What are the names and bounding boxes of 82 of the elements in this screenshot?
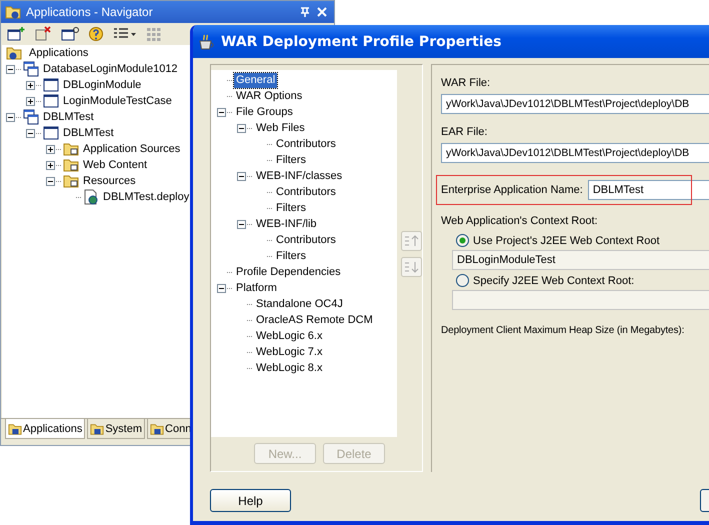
field-label: WAR File:	[441, 77, 490, 90]
tree-item[interactable]: Standalone OC4J	[254, 296, 345, 312]
expand-icon[interactable]	[46, 144, 55, 154]
radio-button[interactable]	[456, 274, 469, 287]
tree-item[interactable]: Application Sources	[82, 143, 182, 155]
folder-icon	[63, 157, 79, 173]
tree-item[interactable]: File Groups	[234, 104, 295, 120]
collapse-icon[interactable]	[6, 112, 15, 122]
collapse-icon[interactable]	[217, 284, 226, 292]
tree-item[interactable]: Contributors	[274, 232, 338, 248]
folder-icon	[63, 173, 79, 189]
window-icon	[43, 93, 59, 109]
help-icon[interactable]	[88, 26, 104, 42]
tree-item[interactable]: DatabaseLoginModule1012	[42, 63, 179, 75]
collapse-icon[interactable]	[237, 172, 246, 180]
document-globe-icon	[83, 189, 99, 205]
tree-item[interactable]: Web Files	[254, 120, 307, 136]
tree-item[interactable]: Platform	[234, 280, 279, 296]
navigator-tab[interactable]: System	[87, 419, 146, 439]
tree-item[interactable]: Contributors	[274, 184, 338, 200]
collapse-icon[interactable]	[46, 176, 55, 186]
expand-icon[interactable]	[26, 80, 35, 90]
tree-item[interactable]: Filters	[274, 200, 308, 216]
radio-button[interactable]	[456, 234, 469, 247]
window-icon	[43, 125, 59, 141]
field-label: Web Application's Context Root:	[441, 215, 598, 228]
expand-icon[interactable]	[26, 96, 35, 106]
collapse-icon[interactable]	[237, 220, 246, 228]
field-label: EAR File:	[441, 126, 488, 139]
tree-item[interactable]: DBLMTest.deploy	[102, 191, 190, 203]
window-icon	[43, 77, 59, 93]
close-icon[interactable]	[316, 6, 328, 18]
field-label: Deployment Client Maximum Heap Size (in Megabytes):	[441, 324, 684, 337]
tree-item[interactable]: DBLMTest	[62, 127, 115, 139]
stacked-windows-icon	[23, 109, 39, 125]
enterprise-name-field[interactable]: DBLMTest	[588, 180, 709, 200]
radio-label[interactable]: Use Project's J2EE Web Context Root	[473, 234, 660, 246]
radio-label[interactable]: Specify J2EE Web Context Root:	[473, 274, 634, 286]
window-title: WAR Deployment Profile Properties	[221, 34, 502, 50]
pin-icon[interactable]	[299, 6, 311, 18]
tree-item[interactable]: Filters	[274, 152, 308, 168]
collapse-icon[interactable]	[217, 108, 226, 116]
delete-icon[interactable]	[34, 26, 52, 42]
tree-item[interactable]: DBLMTest	[42, 111, 95, 123]
tree-item[interactable]: WebLogic 8.x	[254, 360, 324, 376]
new-window-icon[interactable]	[7, 26, 25, 42]
stacked-windows-icon	[23, 61, 39, 77]
tree-item[interactable]: WEB-INF/lib	[254, 216, 318, 232]
tree-item[interactable]: Filters	[274, 248, 308, 264]
navigator-tab[interactable]: Applications	[5, 419, 86, 439]
tree-item[interactable]: Applications	[28, 47, 90, 59]
tree-item[interactable]: Profile Dependencies	[234, 264, 343, 280]
help-button[interactable]: Help	[210, 489, 291, 512]
tree-item[interactable]: Web Content	[82, 159, 148, 171]
context-root-field[interactable]	[452, 290, 709, 310]
ear-file-field[interactable]: yWork\Java\JDev1012\DBLMTest\Project\deploy\DB	[441, 143, 709, 163]
tree-item[interactable]: WebLogic 6.x	[254, 328, 324, 344]
collapse-icon[interactable]	[6, 64, 15, 74]
tree-item[interactable]: General	[234, 72, 278, 88]
folder-icon	[150, 422, 164, 436]
tree-item[interactable]: LoginModuleTestCase	[62, 95, 173, 107]
collapse-icon[interactable]	[26, 128, 35, 138]
tree-item[interactable]: Contributors	[274, 136, 338, 152]
tree-item[interactable]: WebLogic 7.x	[254, 344, 324, 360]
collapse-icon[interactable]	[237, 124, 246, 132]
folder-icon	[8, 422, 22, 436]
tree-item[interactable]: DBLoginModule	[62, 79, 142, 91]
folder-icon	[90, 422, 104, 436]
tree-item[interactable]: Resources	[82, 175, 137, 187]
tree-item[interactable]: WEB-INF/classes	[254, 168, 344, 184]
expand-icon[interactable]	[46, 160, 55, 170]
cup-icon	[197, 32, 215, 50]
field-label: Enterprise Application Name:	[441, 184, 583, 196]
folder-icon	[6, 45, 22, 61]
folder-icon	[63, 141, 79, 157]
window-icon[interactable]	[61, 26, 79, 42]
tree-item[interactable]: WAR Options	[234, 88, 304, 104]
context-root-field[interactable]: DBLoginModuleTest	[452, 250, 709, 270]
tree-item[interactable]: OracleAS Remote DCM	[254, 312, 375, 328]
war-file-field[interactable]: yWork\Java\JDev1012\DBLMTest\Project\deploy\DB	[441, 94, 709, 114]
window-title: Applications - Navigator	[26, 5, 154, 19]
folder-icon	[5, 4, 21, 20]
